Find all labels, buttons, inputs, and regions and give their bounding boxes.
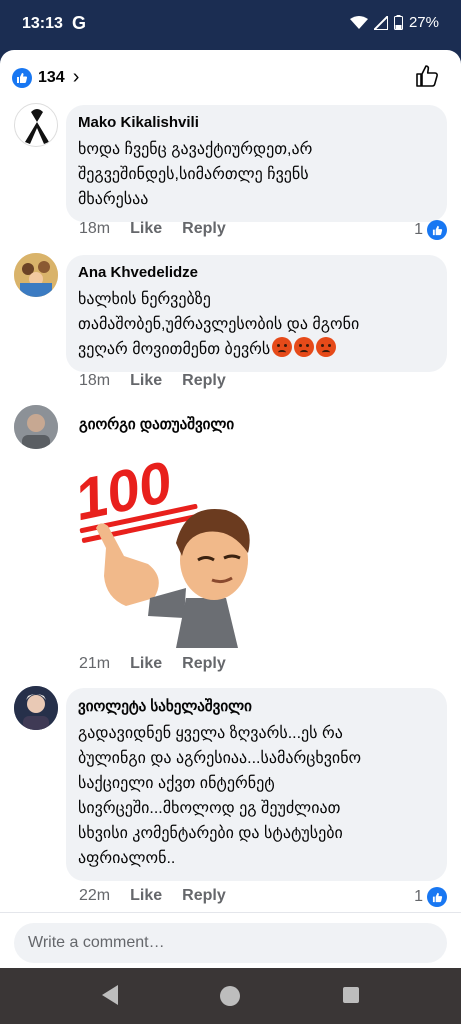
comment-bubble: Ana Khvedelidze ხალხის ნერვებზე თამაშობე… [66, 255, 447, 372]
group-photo-icon [14, 253, 58, 297]
comment-line: ბულინგი და აგრესიაა...სამარცხვინო [78, 750, 362, 767]
clock: 13:13 [22, 15, 63, 32]
angry-face-icon [294, 337, 315, 357]
comment-line: ხალხის ნერვებზე [78, 291, 211, 308]
angry-face-icon [272, 337, 293, 357]
comment-timestamp: 18m [79, 372, 111, 389]
comment-timestamp: 21m [79, 655, 111, 672]
google-icon: G [72, 13, 87, 33]
person-photo-icon [14, 686, 58, 730]
status-icons: 27% [349, 14, 439, 31]
comment-actions: 18m Like Reply [79, 220, 226, 238]
like-reaction-icon [12, 67, 32, 88]
home-icon[interactable] [219, 985, 241, 1012]
comment-line: აფრიალონ.. [78, 850, 176, 867]
like-reaction-icon [427, 887, 447, 907]
comment-input[interactable] [14, 923, 447, 963]
battery-icon [393, 15, 403, 30]
comment-actions: 18m Like Reply [79, 372, 226, 390]
comment-author[interactable]: ვიოლეტა სახელაშვილი [78, 697, 433, 715]
reply-button[interactable]: Reply [182, 220, 226, 238]
comment-line: მხარესაა [78, 191, 149, 208]
comment-actions: 22m Like Reply [79, 887, 226, 905]
like-reaction-icon [427, 220, 447, 240]
comment-like-count[interactable]: 1 [414, 220, 447, 240]
comment-composer [0, 912, 461, 968]
like-count-value: 1 [414, 221, 423, 238]
avatar[interactable] [14, 103, 58, 147]
person-photo-icon [14, 405, 58, 449]
avatar[interactable] [14, 405, 58, 449]
reply-button[interactable]: Reply [182, 887, 226, 905]
comment-line: სხვისი კომენტარები და სტატუსები [78, 825, 343, 842]
thumbs-up-outline-icon[interactable] [415, 64, 439, 93]
like-button[interactable]: Like [130, 655, 162, 673]
like-button[interactable]: Like [130, 220, 162, 238]
angry-face-icon [316, 337, 337, 357]
reply-button[interactable]: Reply [182, 655, 226, 673]
like-button[interactable]: Like [130, 372, 162, 390]
recents-icon[interactable] [342, 986, 360, 1009]
comment-like-count[interactable]: 1 [414, 887, 447, 907]
reactions-header: 134 › [0, 50, 461, 102]
avatar[interactable] [14, 686, 58, 730]
comment-line: თამაშობენ,უმრავლესობის და მგონი [78, 316, 360, 333]
comment-timestamp: 22m [79, 887, 111, 904]
reply-button[interactable]: Reply [182, 372, 226, 390]
chevron-right-icon: › [72, 66, 80, 88]
comment-line: ვეღარ მოვითმენთ ბევრს [78, 341, 271, 358]
comment-line: საქციელი აქვთ ინტერნეტ [78, 775, 275, 792]
back-icon[interactable] [100, 984, 120, 1011]
comment-line: სივრცეში...მხოლოდ ეგ შეუძლიათ [78, 800, 341, 817]
reaction-count: 134 [38, 68, 65, 86]
like-count-value: 1 [414, 888, 423, 905]
comment-author[interactable]: Mako Kikalishvili [78, 114, 433, 131]
comment-author[interactable]: Ana Khvedelidze [78, 264, 433, 281]
comment-author[interactable]: გიორგი დათუაშვილი [79, 415, 234, 433]
comment-line: გადავიდნენ ყველა ზღვარს...ეს რა [78, 725, 343, 742]
comment-line: შეგვეშინდეს,სიმართლე ჩვენს [78, 166, 309, 183]
status-bar: 13:13 G 27% [0, 0, 461, 50]
comment-bubble: ვიოლეტა სახელაშვილი გადავიდნენ ყველა ზღვ… [66, 688, 447, 881]
signal-icon [373, 15, 388, 30]
comment-text: ხალხის ნერვებზე თამაშობენ,უმრავლესობის დ… [78, 287, 433, 362]
comment-text: გადავიდნენ ყველა ზღვარს...ეს რა ბულინგი … [78, 721, 433, 871]
black-ribbon-icon [25, 109, 49, 144]
like-button[interactable]: Like [130, 887, 162, 905]
system-navigation-bar [0, 968, 461, 1024]
reactions-summary[interactable]: 134 › [12, 66, 79, 89]
comment-line: ხოდა ჩვენც გავაქტიურდეთ,არ [78, 141, 313, 158]
comment-text: ხოდა ჩვენც გავაქტიურდეთ,არ შეგვეშინდეს,ს… [78, 137, 433, 212]
comment-line-with-emoji: ვეღარ მოვითმენთ ბევრს [78, 337, 433, 362]
battery-percent: 27% [408, 14, 439, 31]
comment-actions: 21m Like Reply [79, 655, 226, 673]
hundred-emoji-sticker[interactable]: 100 [66, 448, 256, 648]
avatar[interactable] [14, 253, 58, 297]
comments-sheet: 134 › Mako Kikalishvili ხოდა ჩვენც გავაქ… [0, 50, 461, 968]
comment-bubble: Mako Kikalishvili ხოდა ჩვენც გავაქტიურდე… [66, 105, 447, 222]
comment-timestamp: 18m [79, 220, 111, 237]
wifi-icon [349, 15, 368, 29]
